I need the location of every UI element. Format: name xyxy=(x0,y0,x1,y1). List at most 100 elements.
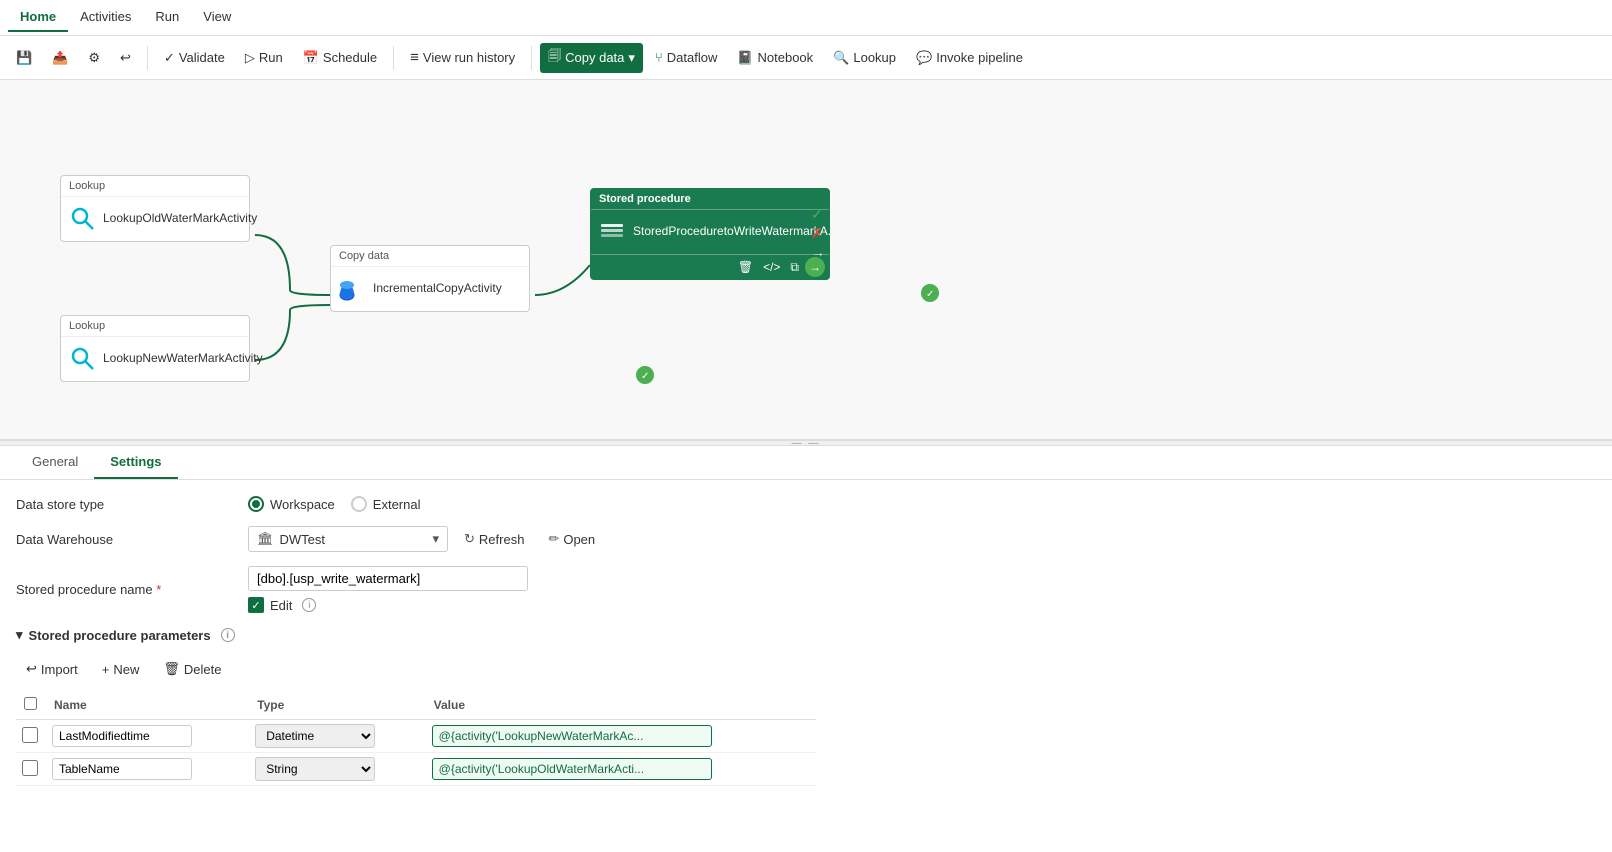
run-button[interactable]: ▷ Run xyxy=(237,46,291,70)
settings-button[interactable]: ⚙ xyxy=(80,46,108,70)
param-row-1-type-select[interactable]: Datetime String Int xyxy=(255,724,375,748)
lookup-button[interactable]: 🔍 Lookup xyxy=(825,46,904,70)
stored-procedure-name-input[interactable] xyxy=(248,566,528,591)
chevron-down-icon: ▾ xyxy=(16,627,23,643)
radio-workspace[interactable]: Workspace xyxy=(248,496,335,512)
copy-data-button[interactable]: 🗐 Copy data ▾ xyxy=(540,43,643,73)
lookup-node-1-label: LookupOldWaterMarkActivity xyxy=(103,211,257,227)
param-row-1-value-input[interactable] xyxy=(432,725,712,747)
delete-param-button[interactable]: 🗑 Delete xyxy=(153,657,231,681)
stored-procedure-node[interactable]: Stored procedure StoredProceduretoWriteW… xyxy=(590,188,830,280)
new-param-button[interactable]: + New xyxy=(92,658,150,681)
separator-3 xyxy=(531,46,532,70)
invoke-icon: 💬 xyxy=(916,50,932,66)
settings-panel: Data store type Workspace External xyxy=(0,480,1612,802)
code-button[interactable]: </> xyxy=(759,258,784,276)
menu-run[interactable]: Run xyxy=(143,3,191,32)
workspace-radio-circle xyxy=(248,496,264,512)
copy-data-node-label: IncrementalCopyActivity xyxy=(373,281,502,297)
data-warehouse-dropdown[interactable]: 🏛 DWTest ▾ xyxy=(248,526,448,552)
edit-checkbox-item[interactable]: ✓ Edit i xyxy=(248,597,316,613)
params-section-header[interactable]: ▾ Stored procedure parameters i xyxy=(16,627,1596,643)
menu-home[interactable]: Home xyxy=(8,3,68,32)
import-icon: ↩ xyxy=(26,661,37,677)
dataflow-button[interactable]: ⑂ Dataflow xyxy=(647,46,725,69)
publish-icon: 📤 xyxy=(52,50,68,66)
lookup-node-1[interactable]: Lookup LookupOldWaterMarkActivity xyxy=(60,175,250,242)
params-info-icon[interactable]: i xyxy=(221,628,235,642)
pipeline-canvas[interactable]: ✓ ✓ ✓ Lookup LookupOldWaterMarkActivity … xyxy=(0,80,1612,440)
param-row-1-value-cell xyxy=(426,720,816,753)
param-row-1-name-input[interactable] xyxy=(52,725,192,747)
save-button[interactable]: 💾 xyxy=(8,46,40,70)
svg-text:✓: ✓ xyxy=(926,289,934,300)
param-row-1-checkbox-cell xyxy=(16,720,46,753)
separator-2 xyxy=(393,46,394,70)
delete-activity-button[interactable]: 🗑 xyxy=(734,258,757,276)
data-store-type-label: Data store type xyxy=(16,497,236,512)
param-row-2-checkbox[interactable] xyxy=(22,760,38,776)
menu-bar: Home Activities Run View xyxy=(0,0,1612,36)
required-marker: * xyxy=(156,582,161,597)
param-row-1-name-cell xyxy=(46,720,249,753)
lookup-node-2[interactable]: Lookup LookupNewWaterMarkActivity xyxy=(60,315,250,382)
settings-icon: ⚙ xyxy=(88,50,100,66)
param-row-2: String Datetime Int xyxy=(16,753,816,786)
stored-error-icon: ✗ xyxy=(811,225,825,242)
stored-success-icon: ✓ xyxy=(811,206,825,223)
menu-view[interactable]: View xyxy=(191,3,243,32)
copy-data-node-body: IncrementalCopyActivity xyxy=(331,267,529,311)
svg-text:✓: ✓ xyxy=(641,371,649,382)
goto-button[interactable]: → xyxy=(805,257,825,277)
checkmark-icon: ✓ xyxy=(164,50,175,66)
copy-data-node-icon xyxy=(339,275,367,303)
view-run-history-button[interactable]: ≡ View run history xyxy=(402,45,523,70)
param-row-2-type-select[interactable]: String Datetime Int xyxy=(255,757,375,781)
lookup-node-2-icon xyxy=(69,345,97,373)
validate-button[interactable]: ✓ Validate xyxy=(156,46,233,70)
copy-icon: 🗐 xyxy=(548,47,561,69)
select-all-header xyxy=(16,691,46,720)
edit-checkbox: ✓ xyxy=(248,597,264,613)
menu-activities[interactable]: Activities xyxy=(68,3,143,32)
refresh-icon: ↻ xyxy=(464,531,475,547)
lookup-node-1-icon xyxy=(69,205,97,233)
copy-data-node[interactable]: Copy data IncrementalCopyActivity xyxy=(330,245,530,312)
params-toolbar: ↩ Import + New 🗑 Delete xyxy=(16,657,1596,681)
radio-external[interactable]: External xyxy=(351,496,421,512)
publish-button[interactable]: 📤 xyxy=(44,46,76,70)
stored-procedure-name-controls: ✓ Edit i xyxy=(248,566,1596,613)
notebook-icon: 📓 xyxy=(737,50,753,66)
tab-general[interactable]: General xyxy=(16,446,94,479)
invoke-pipeline-button[interactable]: 💬 Invoke pipeline xyxy=(908,46,1031,70)
tab-settings[interactable]: Settings xyxy=(94,446,177,479)
param-row-1-checkbox[interactable] xyxy=(22,727,38,743)
edit-info-icon[interactable]: i xyxy=(302,598,316,612)
notebook-button[interactable]: 📓 Notebook xyxy=(729,46,821,70)
lookup-node-1-body: LookupOldWaterMarkActivity xyxy=(61,197,249,241)
edit-pencil-icon: ✏ xyxy=(548,531,559,547)
select-all-checkbox[interactable] xyxy=(24,697,37,710)
params-table: Name Type Value Datetime S xyxy=(16,691,816,786)
copy-data-node-title: Copy data xyxy=(331,246,529,267)
dataflow-icon: ⑂ xyxy=(655,50,663,65)
data-store-type-controls: Workspace External xyxy=(248,496,1596,512)
param-row-2-name-input[interactable] xyxy=(52,758,192,780)
lookup-node-2-title: Lookup xyxy=(61,316,249,337)
param-row-2-checkbox-cell xyxy=(16,753,46,786)
refresh-button[interactable]: ↻ Refresh xyxy=(456,527,532,551)
copy-activity-button[interactable]: ⧉ xyxy=(786,258,803,277)
external-label: External xyxy=(373,497,421,512)
play-icon: ▷ xyxy=(245,50,255,66)
workspace-radio-dot xyxy=(252,500,260,508)
warehouse-value: DWTest xyxy=(280,532,326,547)
param-row-2-value-input[interactable] xyxy=(432,758,712,780)
param-row-2-value-cell xyxy=(426,753,816,786)
open-button[interactable]: ✏ Open xyxy=(540,527,603,551)
import-button[interactable]: ↩ Import xyxy=(16,657,88,681)
schedule-button[interactable]: 📅 Schedule xyxy=(295,46,385,70)
lookup-icon: 🔍 xyxy=(833,50,849,66)
param-row-1: Datetime String Int xyxy=(16,720,816,753)
undo-icon: ↩ xyxy=(120,50,131,66)
undo-button[interactable]: ↩ xyxy=(112,46,139,70)
